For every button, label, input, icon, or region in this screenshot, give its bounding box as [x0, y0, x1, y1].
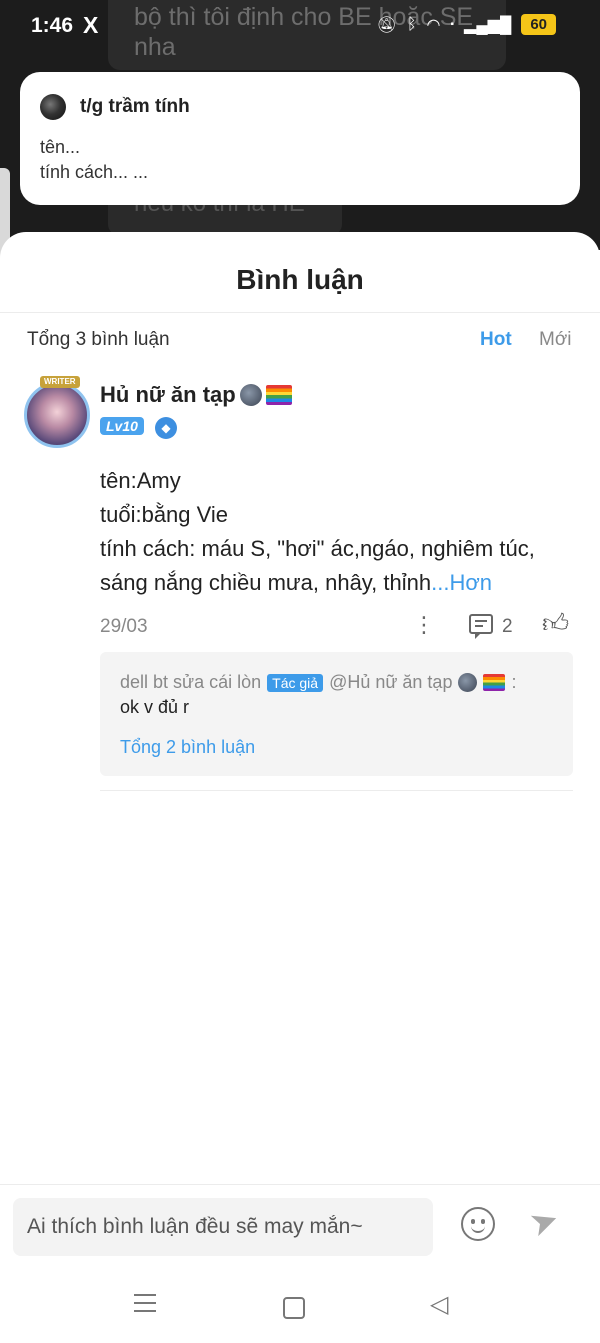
commenter-avatar[interactable]: [24, 382, 90, 448]
reply-preview[interactable]: dell bt sửa cái lòn Tác giả @Hủ nữ ăn tạ…: [100, 652, 573, 776]
comment-date: 29/03: [100, 616, 148, 637]
reply-header: dell bt sửa cái lòn Tác giả @Hủ nữ ăn tạ…: [120, 672, 516, 693]
emoji-picker-icon[interactable]: [461, 1207, 495, 1241]
status-icons: 🔕︎ ᛒ ◠ ▪ ▂▄▆█ 60: [377, 14, 556, 35]
divider: [0, 1184, 600, 1185]
notification-card[interactable]: t/g trầm tính tên... tính cách... ...: [20, 72, 580, 205]
commenter-name[interactable]: Hủ nữ ăn tạp: [100, 382, 292, 408]
x-app-icon: X: [83, 12, 99, 38]
divider: [100, 790, 573, 791]
sheet-title: Bình luận: [236, 264, 364, 295]
notification-line-1: tên...: [40, 137, 81, 157]
nav-back-icon[interactable]: ◁: [430, 1290, 448, 1319]
signal-icon: ▂▄▆█: [464, 16, 512, 34]
status-bar: 1:46 X 🔕︎ ᛒ ◠ ▪ ▂▄▆█ 60: [0, 0, 600, 54]
sort-hot-tab[interactable]: Hot: [480, 329, 512, 351]
moon-emoji-icon: [458, 673, 478, 692]
comment-input[interactable]: [13, 1198, 433, 1256]
notification-author: t/g trầm tính: [80, 96, 190, 117]
divider: [0, 312, 600, 313]
show-more-link[interactable]: ...Hơn: [431, 570, 492, 595]
comment-line-3: tính cách: máu S, "hơi" ác,ngáo, nghiêm …: [100, 536, 535, 561]
send-icon[interactable]: ➤: [524, 1198, 564, 1245]
verified-icon: ◆: [155, 417, 177, 439]
reply-text: ok v đủ r: [120, 697, 190, 717]
notification-line-2: tính cách... ...: [40, 162, 149, 182]
sort-new-tab[interactable]: Mới: [539, 329, 572, 351]
battery-icon: 60: [521, 14, 556, 35]
like-icon[interactable]: 👍︎: [542, 608, 569, 639]
comment-line-4: sáng nắng chiều mưa, nhây, thỉnh...Hơn: [100, 570, 492, 596]
reply-author[interactable]: dell bt sửa cái lòn: [120, 672, 261, 693]
comment-line-4-text: sáng nắng chiều mưa, nhây, thỉnh: [100, 570, 432, 595]
reply-count: 2: [502, 616, 513, 637]
status-time: 1:46: [31, 14, 74, 37]
notification-avatar: [40, 94, 66, 120]
more-options-icon[interactable]: ⋮: [413, 612, 435, 638]
author-tag-badge: Tác giả: [267, 673, 324, 692]
comments-sheet: Bình luận Tổng 3 bình luận Hot Mới WRITE…: [0, 232, 600, 1343]
bluetooth-icon: ᛒ: [406, 15, 417, 33]
rainbow-flag-icon: [265, 385, 292, 405]
reply-mention[interactable]: @Hủ nữ ăn tạp: [329, 672, 452, 693]
moon-emoji-icon: [239, 384, 262, 406]
mute-icon: 🔕︎: [376, 16, 397, 34]
reply-icon[interactable]: [469, 614, 493, 639]
comment-input-box[interactable]: [13, 1198, 433, 1256]
comment-line-2: tuổi:bằng Vie: [100, 502, 229, 527]
volte-icon: ▪: [450, 18, 455, 30]
nav-home-icon[interactable]: [283, 1297, 305, 1319]
commenter-name-text: Hủ nữ ăn tạp: [100, 382, 236, 407]
level-badge: Lv10: [100, 417, 144, 435]
nav-recents-icon[interactable]: [134, 1294, 156, 1318]
writer-badge: WRITER: [40, 376, 80, 388]
reply-colon: :: [511, 672, 517, 692]
view-replies-link[interactable]: Tổng 2 bình luận: [120, 737, 255, 758]
wifi-icon: ◠: [426, 16, 441, 34]
comment-total: Tổng 3 bình luận: [27, 329, 170, 350]
comment-line-1: tên:Amy: [100, 468, 181, 493]
rainbow-flag-icon: [483, 674, 506, 691]
